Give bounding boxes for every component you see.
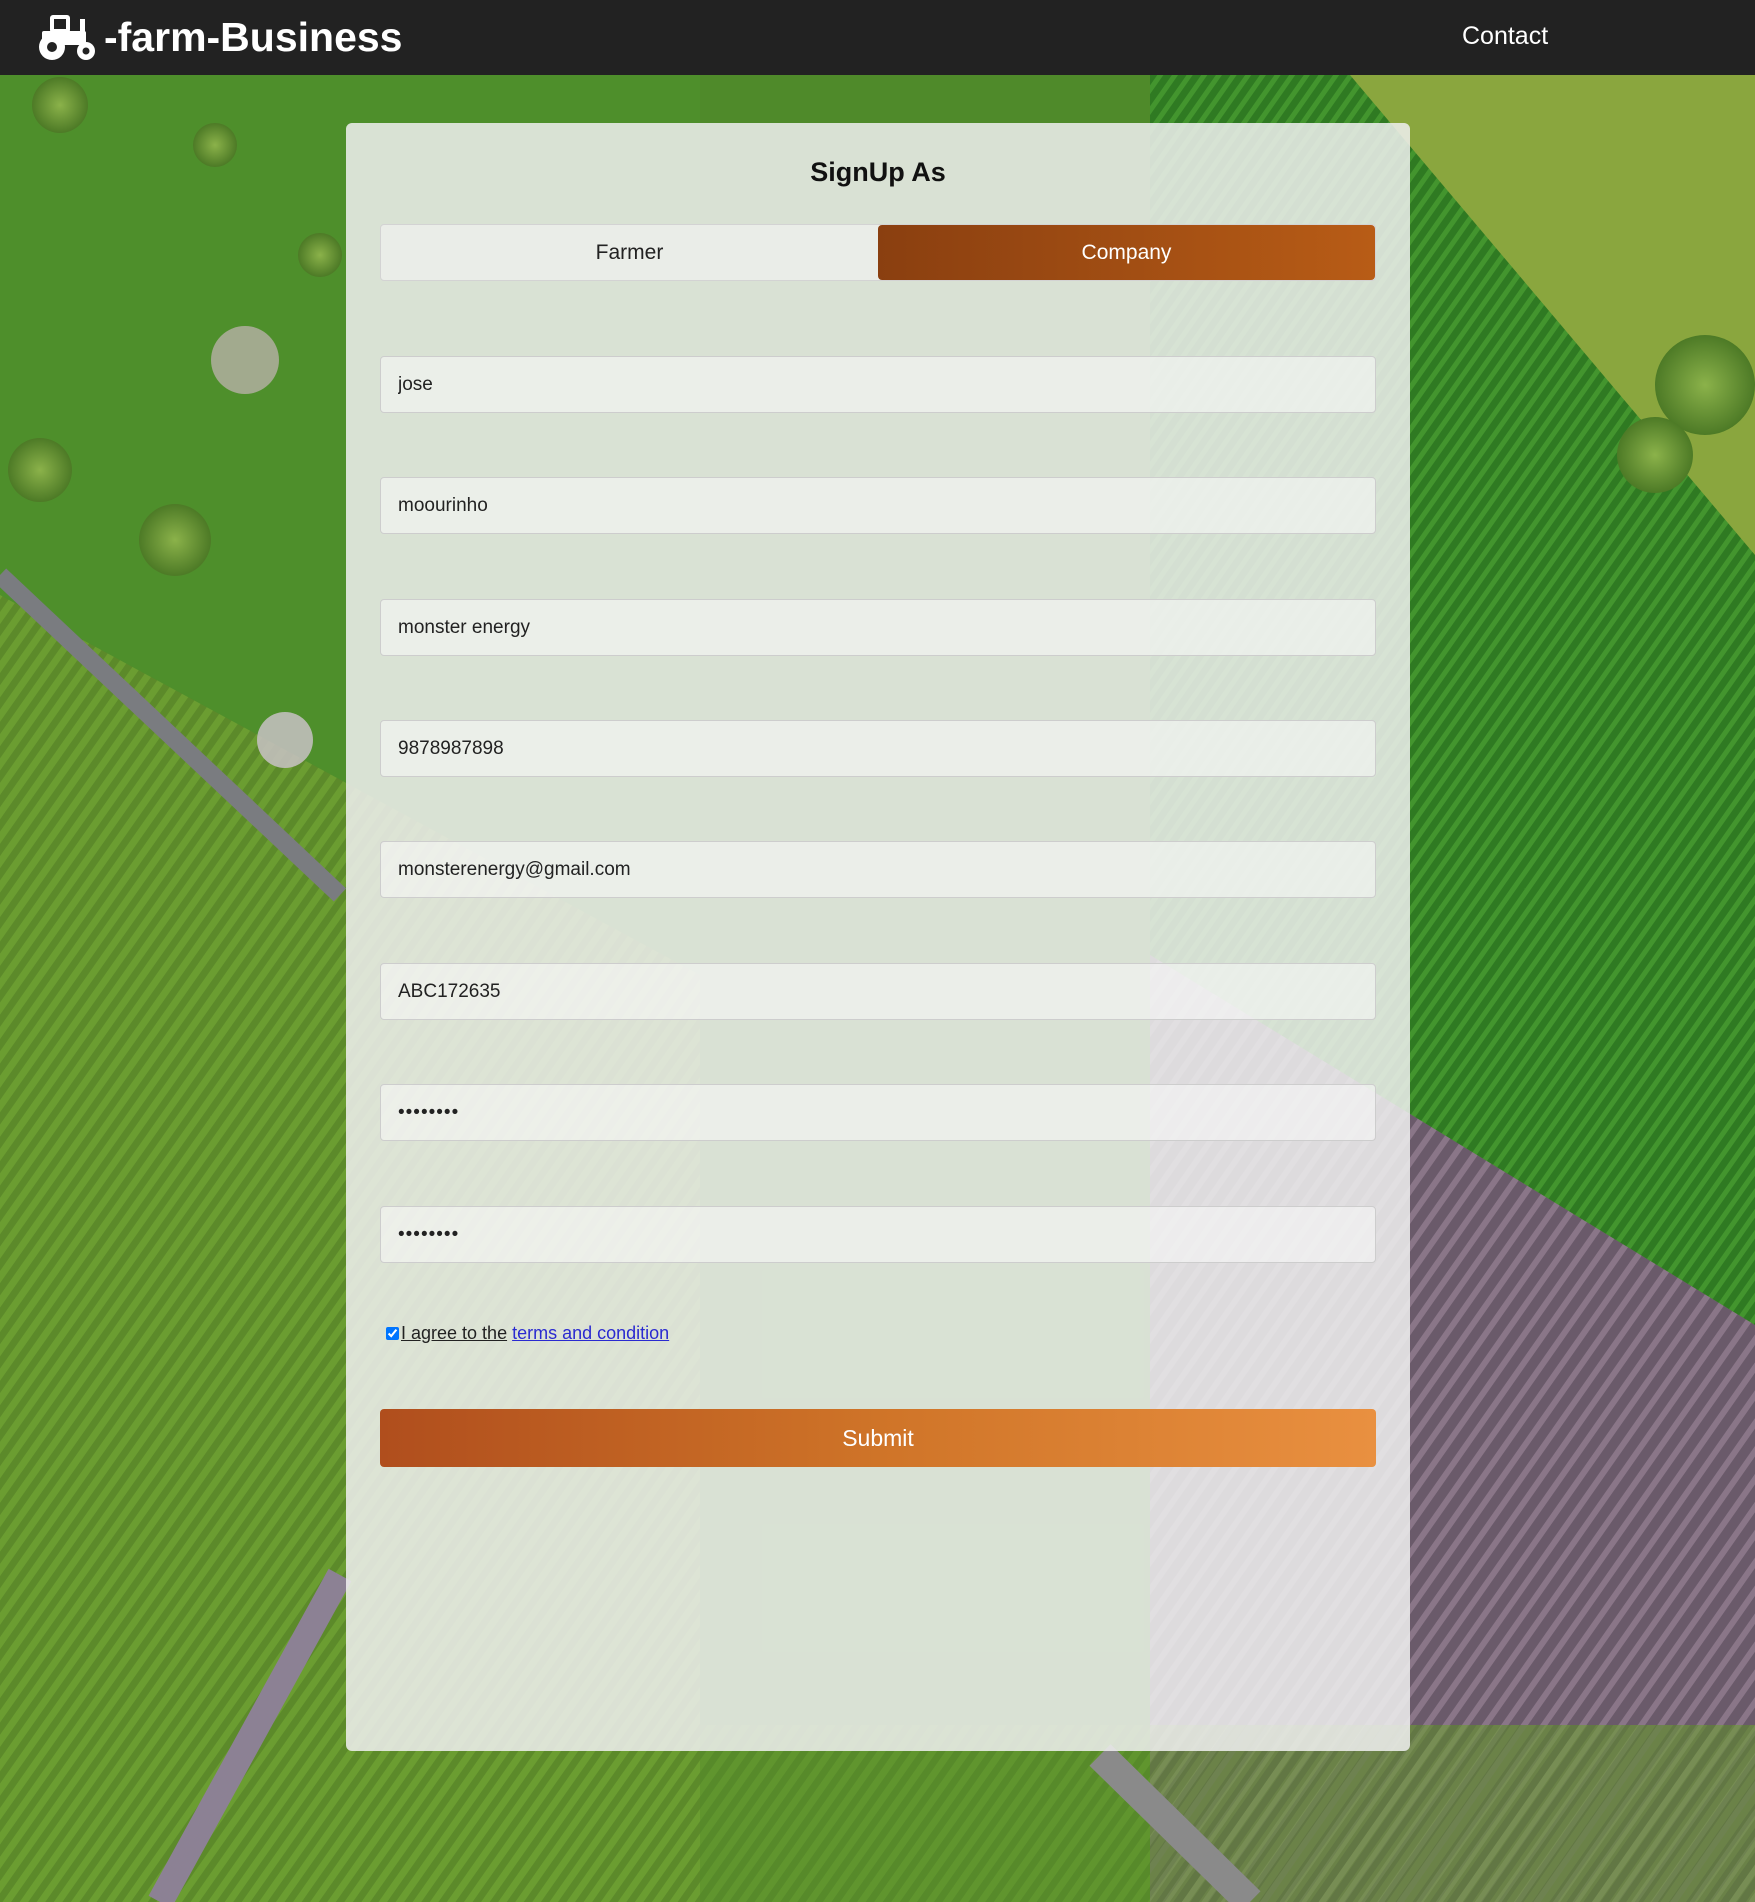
signup-type-tabs: Farmer Company — [380, 224, 1376, 281]
last-name-input[interactable] — [380, 477, 1376, 534]
brand-logo[interactable]: -farm-Business — [36, 12, 402, 62]
top-navbar: -farm-Business Contact — [0, 0, 1755, 75]
phone-input[interactable] — [380, 720, 1376, 777]
tractor-icon — [39, 15, 95, 60]
confirm-password-input[interactable] — [380, 1206, 1376, 1263]
terms-checkbox[interactable] — [386, 1327, 399, 1340]
tab-company[interactable]: Company — [878, 225, 1375, 280]
signup-card: SignUp As Farmer Company I agree to the … — [346, 123, 1410, 1751]
submit-button[interactable]: Submit — [380, 1409, 1376, 1467]
tab-farmer[interactable]: Farmer — [381, 225, 878, 280]
terms-link[interactable]: terms and condition — [512, 1323, 669, 1344]
form-title: SignUp As — [810, 157, 946, 187]
email-input[interactable] — [380, 841, 1376, 898]
nav-contact-link[interactable]: Contact — [1462, 22, 1548, 51]
company-id-input[interactable] — [380, 963, 1376, 1020]
password-input[interactable] — [380, 1084, 1376, 1141]
company-name-input[interactable] — [380, 599, 1376, 656]
brand-name: -farm-Business — [104, 13, 403, 60]
terms-agreement: I agree to the terms and condition — [386, 1323, 669, 1344]
agree-text: I agree to the — [401, 1323, 508, 1343]
first-name-input[interactable] — [380, 356, 1376, 413]
